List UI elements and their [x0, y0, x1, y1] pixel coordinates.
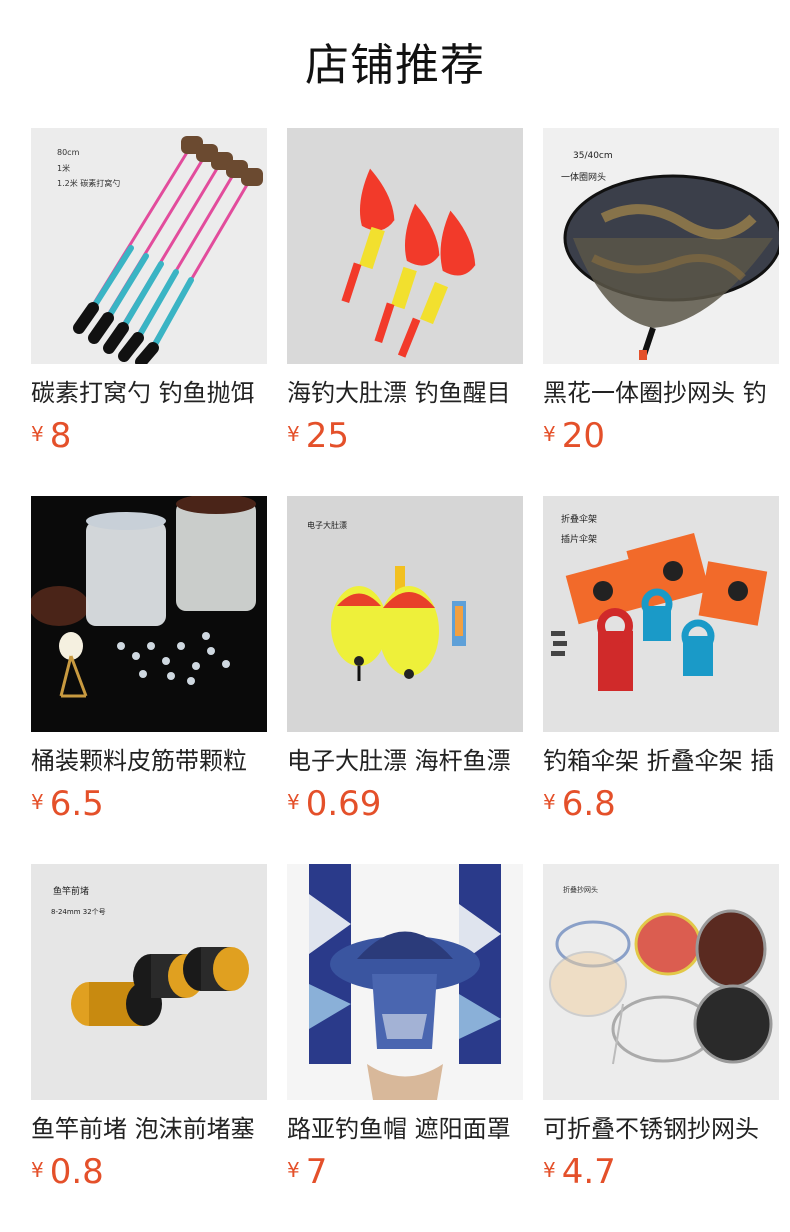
- page-title: 店铺推荐: [305, 40, 485, 91]
- price-amount: 8: [49, 416, 72, 456]
- product-name[interactable]: 钓箱伞架 折叠伞架 插: [543, 744, 779, 778]
- product-price: ¥4.7: [543, 1152, 779, 1192]
- product-card[interactable]: 鱼竿前堵 8-24mm 32个号 鱼竿前堵 泡沫前堵塞 ¥0.8: [31, 864, 267, 1204]
- svg-text:35/40cm: 35/40cm: [573, 151, 613, 161]
- price-amount: 20: [561, 416, 605, 456]
- shop-recommendations-page: 店铺推荐 80cm 1米 1.2米 碳素打窝勺 碳素打窝勺 钓鱼抛饵 ¥ 8 海…: [0, 0, 790, 1232]
- product-price: ¥8: [31, 416, 267, 456]
- svg-text:80cm: 80cm: [57, 148, 80, 157]
- folding-net-icon: 折叠抄网头: [543, 864, 779, 1100]
- currency-symbol: ¥: [287, 422, 300, 446]
- umbrella-stand-icon: 折叠伞架 插片伞架: [543, 496, 779, 732]
- currency-symbol: ¥: [31, 422, 44, 446]
- product-name[interactable]: 黑花一体圈抄网头 钓: [543, 376, 779, 410]
- svg-text:电子大肚漂: 电子大肚漂: [307, 520, 347, 530]
- svg-text:一体圈网头: 一体圈网头: [561, 171, 606, 183]
- product-card[interactable]: 80cm 1米 1.2米 碳素打窝勺 碳素打窝勺 钓鱼抛饵 ¥ 8: [31, 128, 267, 468]
- product-image[interactable]: 折叠抄网头: [543, 864, 779, 1100]
- currency-symbol: ¥: [287, 1158, 300, 1182]
- product-name[interactable]: 桶装颗料皮筋带颗粒: [31, 744, 267, 778]
- product-image[interactable]: [31, 496, 267, 732]
- product-card[interactable]: 35/40cm 一体圈网头 黑花一体圈抄网头 钓 ¥20: [543, 128, 779, 468]
- currency-symbol: ¥: [543, 1158, 556, 1182]
- landing-net-icon: 35/40cm 一体圈网头: [543, 128, 779, 364]
- product-price: ¥6.5: [31, 784, 267, 824]
- svg-text:插片伞架: 插片伞架: [561, 533, 597, 545]
- product-image[interactable]: 鱼竿前堵 8-24mm 32个号: [31, 864, 267, 1100]
- product-price: ¥6.8: [543, 784, 779, 824]
- svg-text:1.2米 碳素打窝勺: 1.2米 碳素打窝勺: [57, 178, 120, 188]
- rubber-beads-icon: [31, 496, 267, 732]
- price-amount: 7: [305, 1152, 328, 1192]
- svg-text:鱼竿前堵: 鱼竿前堵: [53, 885, 89, 897]
- product-card[interactable]: 路亚钓鱼帽 遮阳面罩 ¥7: [287, 864, 523, 1204]
- fishing-float-icon: [287, 128, 523, 364]
- product-image[interactable]: 35/40cm 一体圈网头: [543, 128, 779, 364]
- product-price: ¥25: [287, 416, 523, 456]
- product-image[interactable]: 折叠伞架 插片伞架: [543, 496, 779, 732]
- product-card[interactable]: 折叠伞架 插片伞架 钓箱伞架 折叠伞架 插 ¥ 6.8: [543, 496, 779, 836]
- product-price: ¥0.8: [31, 1152, 267, 1192]
- svg-text:8-24mm 32个号: 8-24mm 32个号: [51, 908, 106, 916]
- product-card[interactable]: 折叠抄网头 可折叠不锈钢抄网头 ¥4.7: [543, 864, 779, 1204]
- svg-text:折叠伞架: 折叠伞架: [561, 513, 597, 525]
- fishing-hat-icon: [287, 864, 523, 1100]
- product-name[interactable]: 鱼竿前堵 泡沫前堵塞: [31, 1112, 267, 1146]
- product-card[interactable]: 海钓大肚漂 钓鱼醒目 ¥25: [287, 128, 523, 468]
- product-name[interactable]: 碳素打窝勺 钓鱼抛饵: [31, 376, 267, 410]
- product-name[interactable]: 电子大肚漂 海杆鱼漂: [287, 744, 523, 778]
- product-name[interactable]: 可折叠不锈钢抄网头: [543, 1112, 779, 1146]
- product-name[interactable]: 路亚钓鱼帽 遮阳面罩: [287, 1112, 523, 1146]
- currency-symbol: ¥: [287, 790, 300, 814]
- price-amount: 0.8: [49, 1152, 104, 1192]
- product-image[interactable]: [287, 864, 523, 1100]
- currency-symbol: ¥: [543, 422, 556, 446]
- product-card[interactable]: 桶装颗料皮筋带颗粒 ¥6.5: [31, 496, 267, 836]
- price-amount: 25: [305, 416, 349, 456]
- product-name[interactable]: 海钓大肚漂 钓鱼醒目: [287, 376, 523, 410]
- product-image[interactable]: 80cm 1米 1.2米 碳素打窝勺: [31, 128, 267, 364]
- currency-symbol: ¥: [543, 790, 556, 814]
- svg-text:1米: 1米: [57, 163, 70, 173]
- bait-spoon-icon: 80cm 1米 1.2米 碳素打窝勺: [31, 128, 267, 364]
- svg-text:折叠抄网头: 折叠抄网头: [563, 885, 598, 894]
- price-amount: 6.8: [561, 784, 616, 824]
- price-amount: 4.7: [561, 1152, 616, 1192]
- product-image[interactable]: 电子大肚漂: [287, 496, 523, 732]
- currency-symbol: ¥: [31, 1158, 44, 1182]
- product-price: ¥7: [287, 1152, 523, 1192]
- product-card[interactable]: 电子大肚漂 电子大肚漂 海杆鱼漂 ¥0.69: [287, 496, 523, 836]
- rod-plug-icon: 鱼竿前堵 8-24mm 32个号: [31, 864, 267, 1100]
- electronic-float-icon: 电子大肚漂: [287, 496, 523, 732]
- product-image[interactable]: [287, 128, 523, 364]
- price-amount: 6.5: [49, 784, 104, 824]
- product-price: ¥0.69: [287, 784, 523, 824]
- currency-symbol: ¥: [31, 790, 44, 814]
- product-price: ¥20: [543, 416, 779, 456]
- price-amount: 0.69: [305, 784, 382, 824]
